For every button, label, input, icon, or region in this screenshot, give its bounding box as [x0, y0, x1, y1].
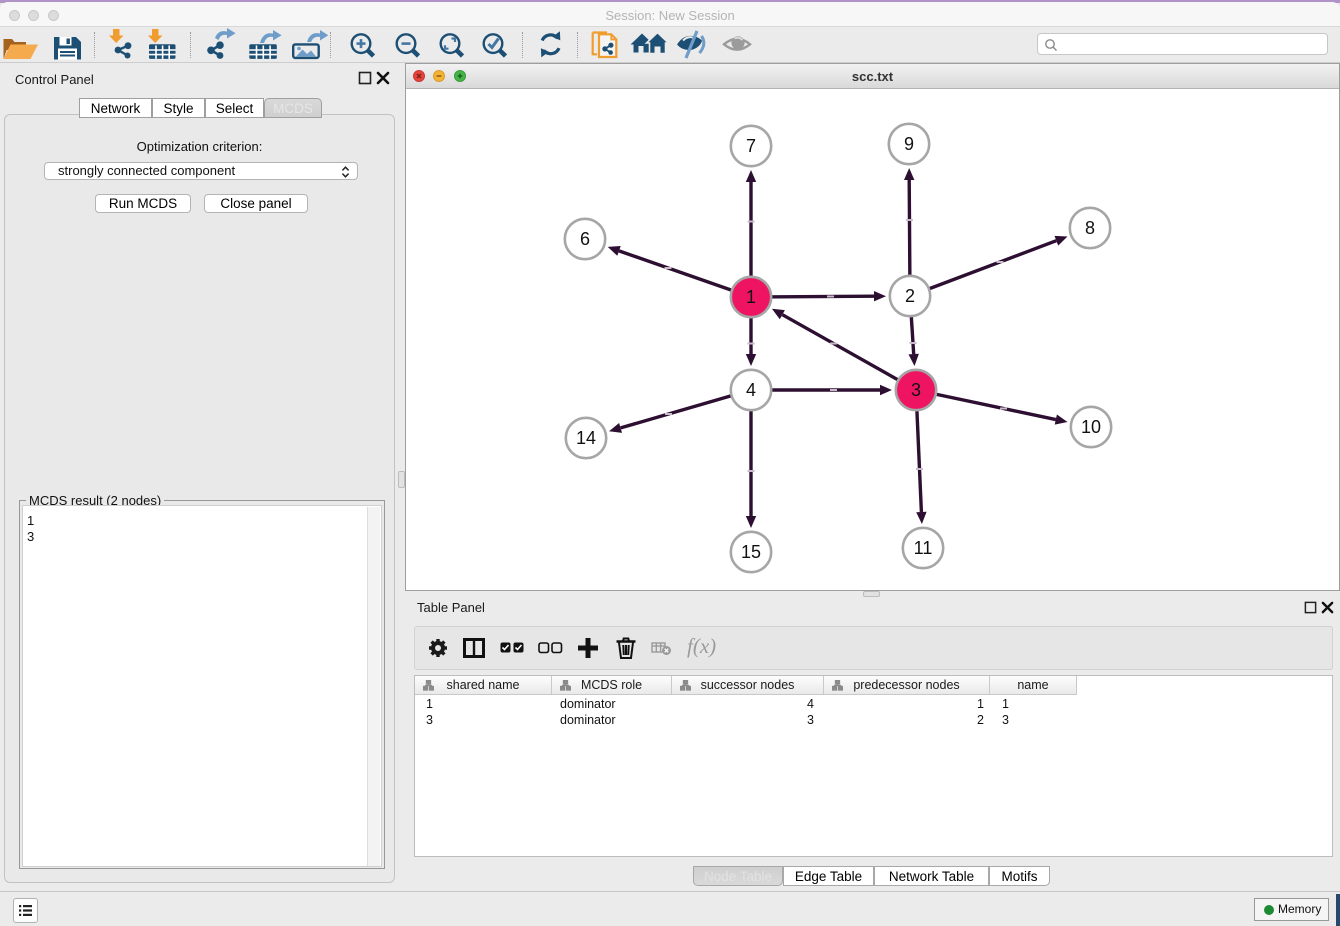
svg-text:4: 4 — [746, 380, 756, 400]
svg-text:14: 14 — [576, 428, 596, 448]
svg-text:8: 8 — [1085, 218, 1095, 238]
svg-text:9: 9 — [904, 134, 914, 154]
svg-text:6: 6 — [580, 229, 590, 249]
svg-text:1: 1 — [746, 287, 756, 307]
svg-text:7: 7 — [746, 136, 756, 156]
svg-text:11: 11 — [914, 538, 933, 558]
svg-text:2: 2 — [905, 286, 915, 306]
svg-text:15: 15 — [741, 542, 761, 562]
svg-text:3: 3 — [911, 380, 921, 400]
svg-text:10: 10 — [1081, 417, 1101, 437]
